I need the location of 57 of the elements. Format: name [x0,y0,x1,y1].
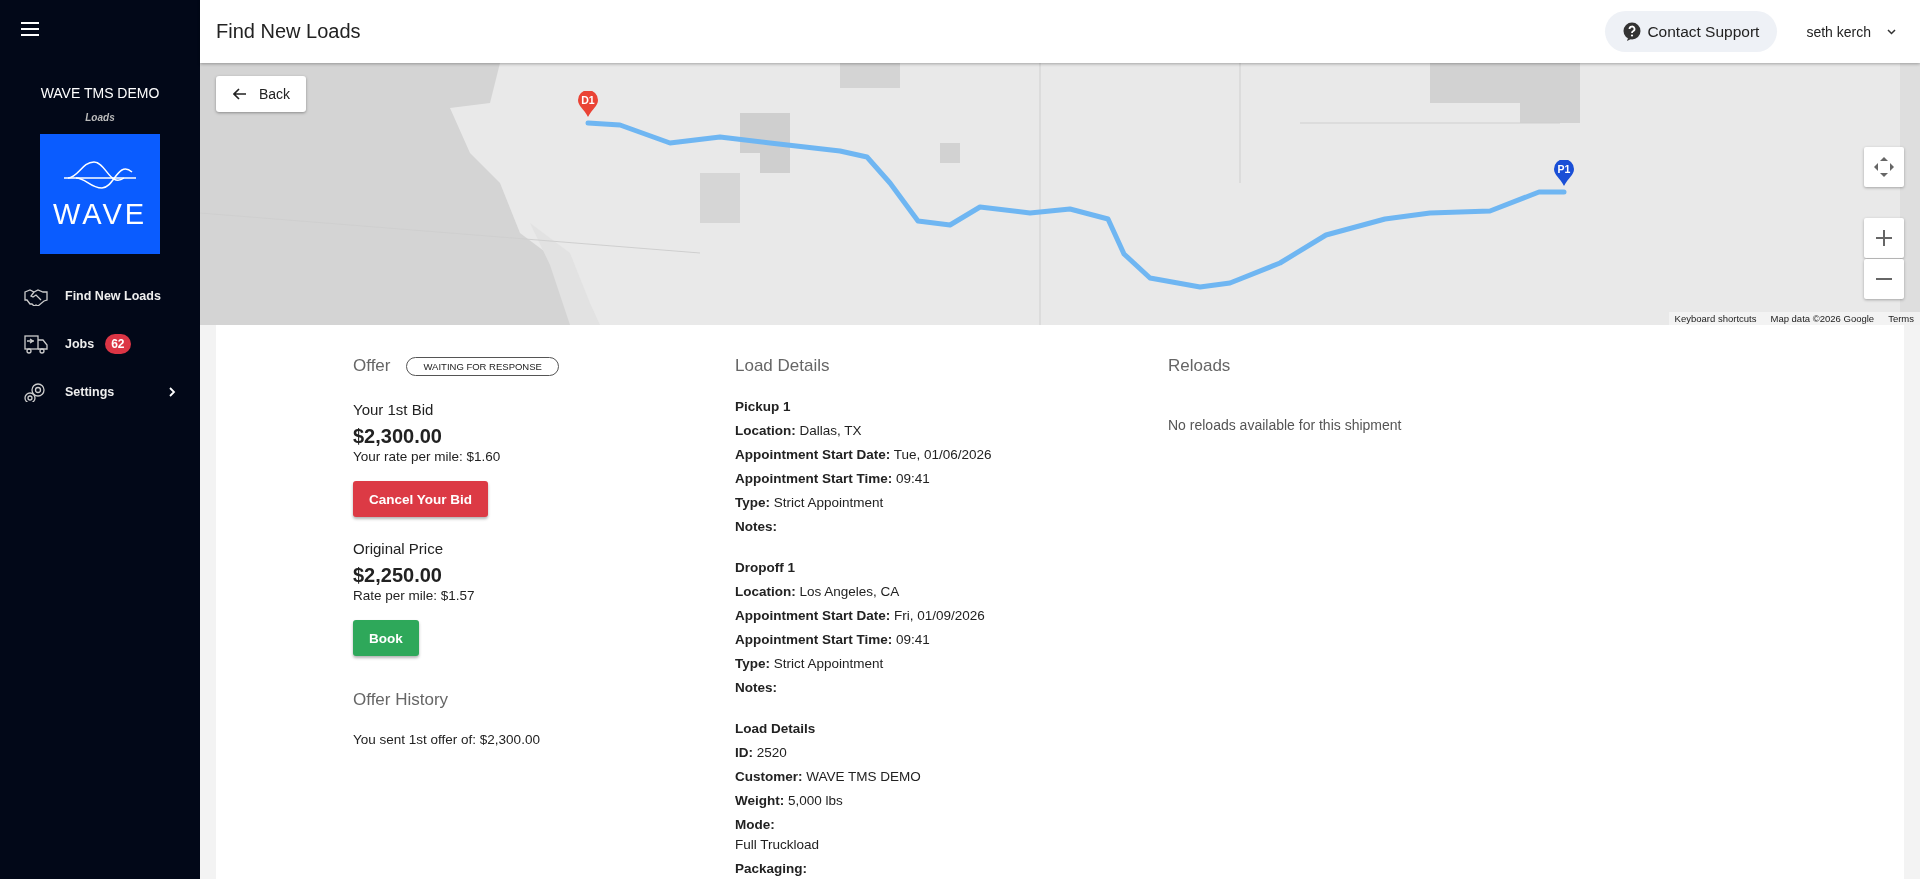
empty-message: No reloads available for this shipment [1168,417,1403,433]
user-menu[interactable]: seth kerch [1806,23,1896,40]
detail-field: Appointment Start Date: Fri, 01/09/2026 [735,606,1168,626]
nav-item[interactable]: Settings [0,368,176,416]
contact-support-button[interactable]: Contact Support [1605,11,1778,52]
back-arrow-icon [233,88,247,100]
zoom-in-button[interactable] [1864,218,1904,258]
detail-field: Type: Strict Appointment [735,493,1168,513]
nav-item[interactable]: Find New Loads [0,272,176,320]
back-button[interactable]: Back [216,76,307,112]
map-attribution-link[interactable]: Terms [1888,313,1914,324]
move-arrows-icon [1874,157,1894,177]
price-amount: $2,250.00 [353,563,443,587]
minus-icon [1876,278,1892,280]
detail-field: Customer: WAVE TMS DEMO [735,767,1168,787]
section-heading: Reloads [1168,355,1232,377]
detail-field: Appointment Start Date: Tue, 01/06/2026 [735,445,1168,465]
section-heading: Offer History [353,689,450,711]
price-label: Original Price [353,539,445,559]
subsection-title: Load Details [735,720,817,738]
truck-icon [24,334,48,354]
page-title: Find New Loads [216,20,361,43]
map-attribution-link[interactable]: Keyboard shortcuts [1674,313,1757,324]
help-icon [1623,21,1642,42]
subsection-title: Dropoff 1 [735,559,796,577]
section-label: Loads [85,112,115,123]
rate-per-mile: Rate per mile: $1.57 [353,587,476,605]
detail-field: Notes: [735,517,1168,537]
rate-per-mile: Your rate per mile: $1.60 [353,448,502,466]
detail-field: Location: Los Angeles, CA [735,582,1168,602]
subsection-title: Pickup 1 [735,398,792,416]
menu-icon[interactable] [21,22,39,36]
cancel-bid-button[interactable]: Cancel Your Bid [353,481,489,517]
detail-field: Type: Strict Appointment [735,654,1168,674]
nav-item[interactable]: Jobs 62 [0,320,176,368]
detail-field: Packaging: [735,859,1168,879]
price-amount: $2,300.00 [353,424,443,448]
section-heading: Load Details [735,355,831,377]
detail-field: ID: 2520 [735,743,1168,763]
detail-field: Appointment Start Time: 09:41 [735,630,1168,650]
detail-field: Mode: Full Truckload [735,815,1168,855]
price-label: Your 1st Bid [353,400,435,420]
map-attribution-link[interactable]: Map data ©2026 Google [1770,313,1875,324]
plus-icon [1876,230,1892,246]
handshake-icon [24,286,48,306]
logo-text: WAVE [52,197,148,231]
chevron-down-icon [1887,28,1896,35]
detail-field: Location: Dallas, TX [735,421,1168,441]
detail-field: Weight: 5,000 lbs [735,791,1168,811]
count-badge: 62 [105,334,131,354]
app-name: WAVE TMS DEMO [40,85,160,101]
fullscreen-button[interactable] [1864,147,1904,187]
detail-field: Appointment Start Time: 09:41 [735,469,1168,489]
gears-icon [24,382,48,402]
history-entry: You sent 1st offer of: $2,300.00 [353,732,541,747]
detail-field: Notes: [735,678,1168,698]
section-heading: Offer [353,355,391,377]
